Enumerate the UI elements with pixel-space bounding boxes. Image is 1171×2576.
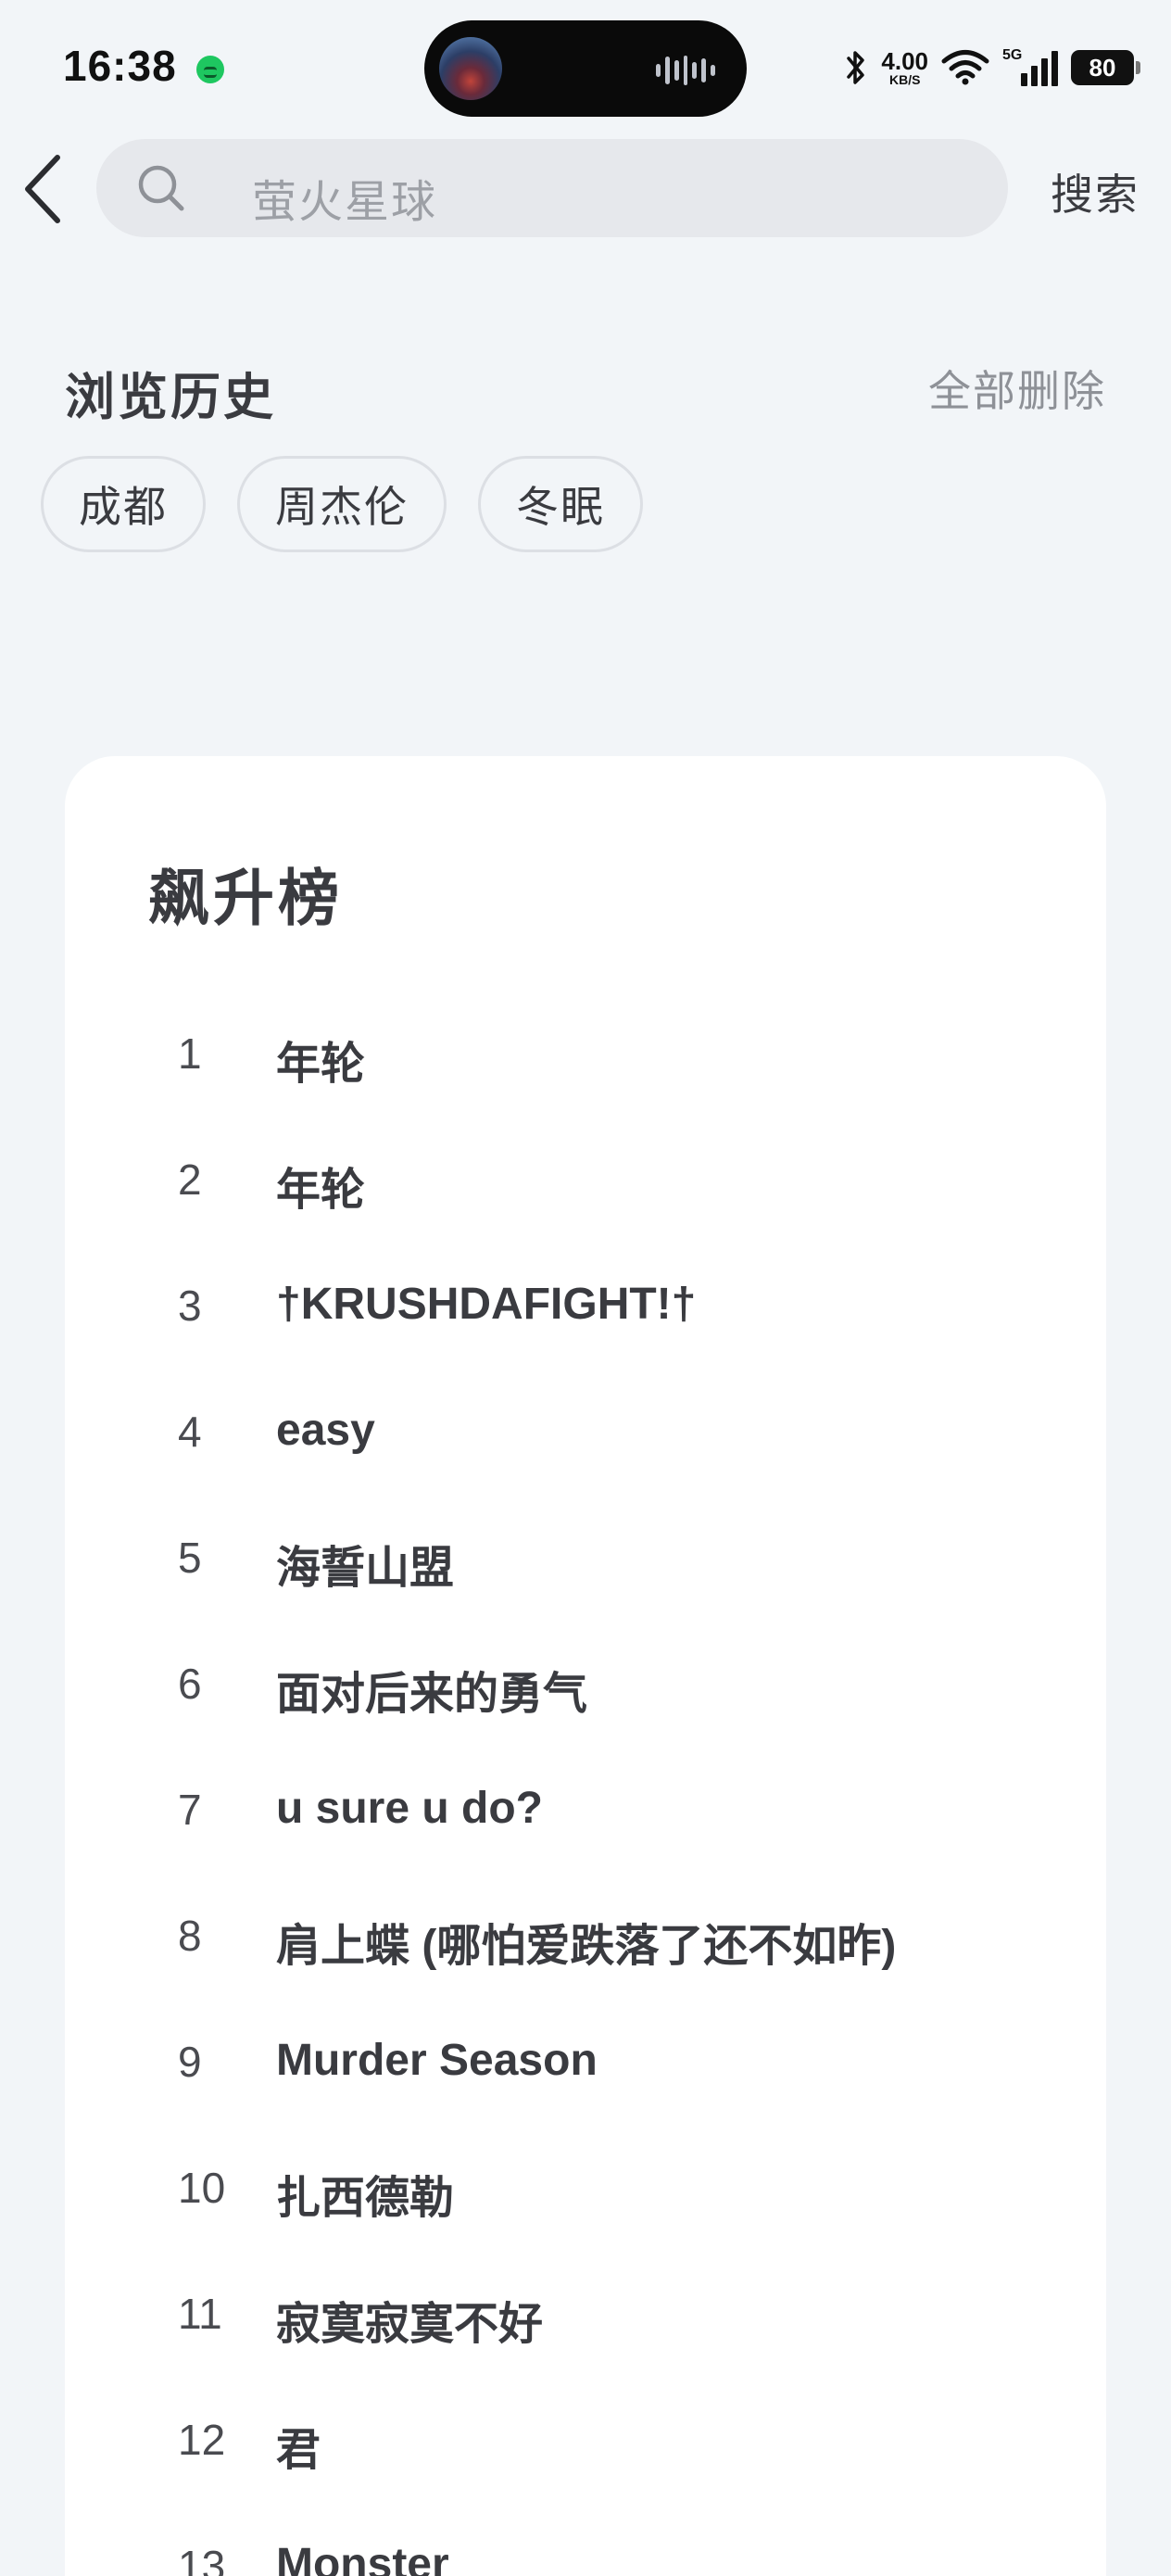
network-speed: 4.00 KB/S: [881, 49, 928, 86]
song-title: †KRUSHDAFIGHT!†: [276, 1280, 697, 1329]
song-title: 年轮: [276, 1166, 366, 1215]
rank-number: 8: [178, 1912, 202, 1960]
rank-number: 4: [178, 1408, 202, 1456]
chart-list-item[interactable]: 3 †KRUSHDAFIGHT!†: [65, 1249, 1106, 1360]
search-icon: [138, 165, 184, 211]
song-title: 寂寞寂寞不好: [276, 2300, 544, 2349]
rank-number: 12: [178, 2416, 226, 2464]
chart-list-item[interactable]: 11 寂寞寂寞不好: [65, 2257, 1106, 2368]
song-title: Monster: [276, 2540, 449, 2576]
rank-number: 6: [178, 1660, 202, 1708]
rank-number: 13: [178, 2542, 226, 2576]
chart-list-item[interactable]: 5 海誓山盟: [65, 1501, 1106, 1612]
song-title: Murder Season: [276, 2036, 598, 2085]
chart-list-item[interactable]: 2 年轮: [65, 1123, 1106, 1234]
song-title: 年轮: [276, 1040, 366, 1089]
song-title: 面对后来的勇气: [276, 1670, 588, 1719]
search-placeholder: 萤火星球: [252, 178, 438, 227]
rank-number: 7: [178, 1786, 202, 1834]
chart-list-item[interactable]: 8 肩上蝶 (哪怕爱跌落了还不如昨): [65, 1879, 1106, 1990]
chart-list-item[interactable]: 4 easy: [65, 1375, 1106, 1486]
chart-list-item[interactable]: 7 u sure u do?: [65, 1753, 1106, 1864]
song-title: easy: [276, 1406, 375, 1455]
status-time: 16:38: [63, 42, 177, 90]
signal-type: 5G: [1002, 47, 1023, 63]
battery-level: 80: [1089, 53, 1116, 82]
chart-list-item[interactable]: 9 Murder Season: [65, 2005, 1106, 2116]
rank-number: 3: [178, 1282, 202, 1330]
music-app-notification-icon: [196, 56, 224, 83]
song-title: 扎西德勒: [276, 2174, 455, 2223]
clear-history-button[interactable]: 全部删除: [928, 358, 1106, 419]
chart-list-item[interactable]: 13 Monster: [65, 2509, 1106, 2576]
rank-number: 9: [178, 2038, 202, 2086]
rank-number: 11: [178, 2290, 222, 2338]
rank-number: 10: [178, 2164, 226, 2212]
chart-list-item[interactable]: 1 年轮: [65, 997, 1106, 1108]
rank-number: 5: [178, 1534, 202, 1582]
history-chip[interactable]: 周杰伦: [237, 456, 447, 552]
chart-list-item[interactable]: 6 面对后来的勇气: [65, 1627, 1106, 1738]
rising-chart-title: 飙升榜: [148, 864, 343, 932]
history-list: 成都 周杰伦 冬眠: [41, 456, 643, 552]
history-title: 浏览历史: [65, 370, 276, 425]
search-page: 16:38 4.00 KB/S 5G 80 萤火星球 搜索 浏览历史 全部删除 …: [0, 0, 1171, 2576]
search-button[interactable]: 搜索: [1051, 161, 1140, 222]
wifi-icon: [941, 50, 989, 85]
dynamic-island[interactable]: [424, 20, 747, 117]
history-chip[interactable]: 冬眠: [478, 456, 643, 552]
chevron-left-icon: [25, 155, 60, 223]
bluetooth-icon: [847, 51, 865, 84]
audio-waveform-icon: [656, 56, 716, 85]
rank-number: 1: [178, 1029, 202, 1078]
back-button[interactable]: [13, 154, 72, 224]
battery-icon: 80: [1071, 50, 1140, 85]
rank-number: 2: [178, 1155, 202, 1204]
search-input[interactable]: 萤火星球: [96, 139, 1008, 237]
chart-list-item[interactable]: 12 君: [65, 2383, 1106, 2494]
cellular-signal-icon: 5G: [1002, 47, 1058, 88]
status-bar: 16:38 4.00 KB/S 5G 80: [0, 0, 1171, 137]
system-icons: 4.00 KB/S 5G 80: [844, 44, 1140, 91]
history-chip[interactable]: 成都: [41, 456, 206, 552]
song-title: 肩上蝶 (哪怕爱跌落了还不如昨): [276, 1922, 897, 1971]
song-title: 君: [276, 2426, 321, 2475]
song-title: 海誓山盟: [276, 1544, 455, 1593]
rising-chart-card: 飙升榜 1 年轮 2 年轮 3 †KRUSHDAFIGHT!† 4 easy 5…: [65, 756, 1106, 2576]
now-playing-artwork: [439, 37, 502, 100]
network-speed-unit: KB/S: [888, 72, 921, 87]
chart-list-item[interactable]: 10 扎西德勒: [65, 2131, 1106, 2242]
network-speed-value: 4.00: [881, 47, 928, 75]
song-title: u sure u do?: [276, 1784, 543, 1833]
